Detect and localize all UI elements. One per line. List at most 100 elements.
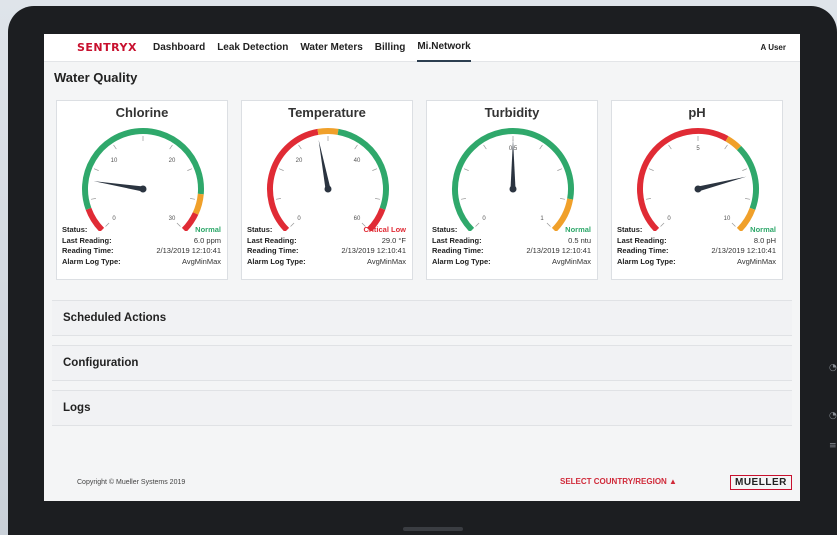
gauge-card: Turbidity 00.51Status: Normal Last Reading:…	[426, 100, 598, 280]
stat-value: 2/13/2019 12:10:41	[711, 246, 776, 255]
gauge-title: pH	[688, 105, 706, 120]
stat-value: 6.0 ppm	[193, 235, 221, 245]
gauge-title: Temperature	[288, 105, 366, 120]
stat-row: Status: Normal	[432, 225, 591, 236]
status-badge: Normal	[565, 225, 591, 234]
gauge-tick-label: 20	[169, 158, 176, 164]
gauge-tick	[354, 144, 358, 150]
home-bar	[403, 527, 463, 531]
stat-label: Alarm Log Type:	[247, 256, 306, 266]
nav-leak-detection[interactable]: Leak Detection	[217, 34, 288, 61]
gauge-tick	[463, 168, 469, 171]
stat-label: Reading Time:	[247, 246, 299, 255]
gauge-tick	[275, 198, 281, 200]
gauge-tick	[90, 198, 96, 200]
gauge-needle	[697, 176, 747, 192]
panel-scheduled-actions[interactable]: Scheduled Actions	[52, 300, 792, 336]
stat-label: Alarm Log Type:	[62, 256, 121, 266]
gauge-tick-label: 60	[354, 216, 361, 222]
nav-mi-network[interactable]: Mi.Network	[417, 34, 471, 62]
top-nav: SENTRYX Dashboard Leak Detection Water M…	[44, 34, 800, 62]
gauge-band	[82, 128, 204, 210]
gauge-needle	[93, 181, 144, 192]
gauge-stats: Status: Normal Last Reading: 6.0 ppm Reading…	[62, 225, 221, 267]
panel-logs[interactable]: Logs	[52, 390, 792, 426]
stat-label: Reading Time:	[432, 246, 484, 255]
stat-row: Last Reading: 0.5 ntu	[432, 236, 591, 247]
gauge-tick-label: 30	[169, 216, 176, 222]
gauge-hub	[139, 185, 147, 193]
gauge-tick	[560, 198, 566, 200]
gauge-title: Turbidity	[484, 105, 540, 120]
nav-water-meters[interactable]: Water Meters	[300, 34, 362, 61]
gauge-dial: 0 10 20 30	[82, 128, 204, 231]
gauge-tick-label: 0	[112, 216, 116, 222]
gauge-tick-label: 10	[111, 158, 118, 164]
page-title: Water Quality	[54, 70, 138, 85]
gauge-band	[317, 128, 339, 135]
gauge-tick	[645, 198, 651, 200]
side-button-icon[interactable]: ≡	[829, 441, 837, 457]
gauge-tick	[375, 198, 381, 200]
stat-value: AvgMinMax	[181, 256, 221, 266]
gauge-tick-label: 0	[482, 216, 486, 222]
sentryx-logo[interactable]: SENTRYX	[77, 41, 137, 54]
gauge-tick-label: 40	[354, 158, 361, 164]
gauge-tick-label: 5	[696, 146, 700, 152]
gauge-hub	[694, 185, 702, 193]
gauge-hub	[509, 185, 517, 193]
stat-value: AvgMinMax	[736, 256, 776, 266]
stat-row: Reading Time: 2/13/2019 12:10:41	[617, 246, 776, 257]
gauge-title: Chlorine	[115, 105, 169, 120]
mueller-logo: MUELLER	[730, 475, 792, 490]
gauge-tick	[372, 168, 378, 171]
stat-label: Last Reading:	[617, 235, 667, 245]
gauge-band	[736, 145, 759, 210]
stat-row: Alarm Log Type: AvgMinMax	[432, 257, 591, 268]
gauge-dial: 0 5 10	[637, 128, 759, 231]
stat-label: Last Reading:	[247, 235, 297, 245]
stat-row: Reading Time: 2/13/2019 12:10:41	[432, 246, 591, 257]
stat-row: Alarm Log Type: AvgMinMax	[62, 257, 221, 268]
gauge-stats: Status: Normal Last Reading: 8.0 pH Reading …	[617, 225, 776, 267]
gauge-tick-label: 1	[540, 216, 544, 222]
nav-billing[interactable]: Billing	[375, 34, 406, 61]
stat-row: Alarm Log Type: AvgMinMax	[617, 257, 776, 268]
gauge-tick	[742, 168, 748, 171]
stat-row: Reading Time: 2/13/2019 12:10:41	[62, 246, 221, 257]
stat-label: Last Reading:	[432, 235, 482, 245]
stat-value: 2/13/2019 12:10:41	[156, 246, 221, 255]
select-region-link[interactable]: SELECT COUNTRY/REGION ▲	[560, 477, 677, 486]
side-button-icon[interactable]: ◔	[829, 411, 837, 427]
stat-label: Reading Time:	[617, 246, 669, 255]
gauge-hub	[324, 185, 332, 193]
nav-dashboard[interactable]: Dashboard	[153, 34, 205, 61]
stat-row: Reading Time: 2/13/2019 12:10:41	[247, 246, 406, 257]
stat-value: AvgMinMax	[366, 256, 406, 266]
gauge-tick	[483, 144, 487, 150]
gauge-tick	[113, 144, 117, 150]
side-button-icon[interactable]: ◔	[829, 363, 837, 379]
gauge-list: Chlorine 0 10 20 30 Status: Normal Last Reading…	[44, 92, 800, 280]
gauge-tick-label: 0	[667, 216, 671, 222]
stat-row: Last Reading: 6.0 ppm	[62, 236, 221, 247]
status-badge: Normal	[750, 225, 776, 234]
stat-row: Status: Critical Low	[247, 225, 406, 236]
gauge-needle	[318, 139, 331, 190]
gauge-tick	[539, 144, 543, 150]
gauge-tick	[668, 144, 672, 150]
gauge-tick	[190, 198, 196, 200]
gauge-tick	[460, 198, 466, 200]
gauge-tick	[298, 144, 302, 150]
gauge-tick	[557, 168, 563, 171]
stat-label: Reading Time:	[62, 246, 114, 255]
stat-label: Alarm Log Type:	[432, 256, 491, 266]
stat-label: Status:	[247, 225, 273, 234]
user-menu[interactable]: A User	[761, 43, 787, 52]
stat-value: 0.5 ntu	[568, 235, 591, 245]
stat-row: Alarm Log Type: AvgMinMax	[247, 257, 406, 268]
panel-configuration[interactable]: Configuration	[52, 345, 792, 381]
gauge-tick	[187, 168, 193, 171]
status-badge: Critical Low	[363, 225, 406, 234]
gauge-tick-label: 20	[296, 158, 303, 164]
